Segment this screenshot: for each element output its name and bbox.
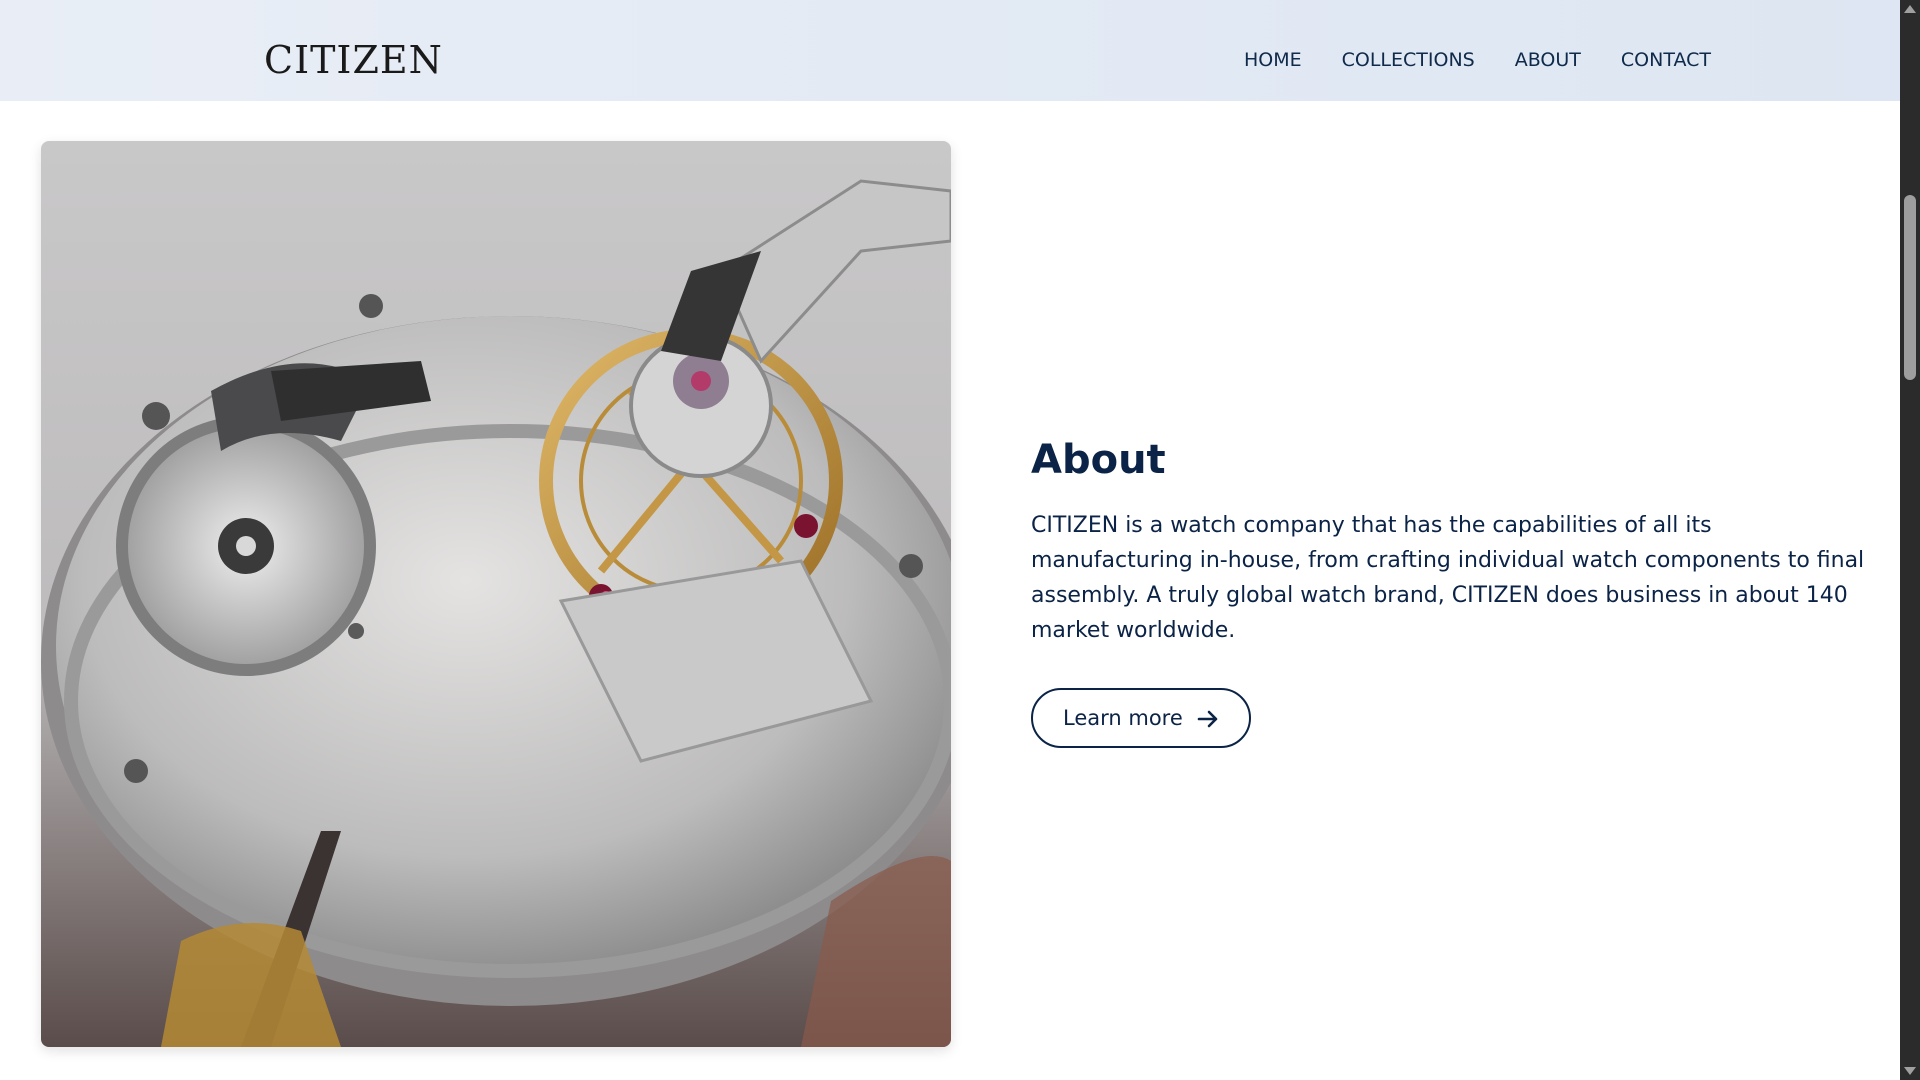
page: CITIZEN HOME COLLECTIONS ABOUT CONTACT A… xyxy=(0,0,1900,1080)
about-description: CITIZEN is a watch company that has the … xyxy=(1031,513,1865,643)
main-nav: HOME COLLECTIONS ABOUT CONTACT xyxy=(1244,46,1711,74)
scroll-down-arrow-icon[interactable] xyxy=(1904,1067,1916,1075)
learn-more-label: Learn more xyxy=(1063,706,1183,730)
scrollbar-thumb[interactable] xyxy=(1904,195,1916,380)
nav-contact[interactable]: CONTACT xyxy=(1621,46,1711,74)
nav-about[interactable]: ABOUT xyxy=(1515,46,1581,74)
nav-collections[interactable]: COLLECTIONS xyxy=(1342,46,1475,74)
watch-movement-image xyxy=(41,141,951,1047)
site-header: CITIZEN HOME COLLECTIONS ABOUT CONTACT xyxy=(0,0,1900,101)
arrow-right-icon xyxy=(1197,709,1219,728)
scroll-up-arrow-icon[interactable] xyxy=(1904,5,1916,13)
about-section: About CITIZEN is a watch company that ha… xyxy=(1031,430,1871,748)
about-title: About xyxy=(1031,437,1166,483)
vertical-scrollbar[interactable] xyxy=(1900,0,1920,1080)
learn-more-button[interactable]: Learn more xyxy=(1031,688,1251,748)
citizen-logo[interactable]: CITIZEN xyxy=(264,38,443,82)
nav-home[interactable]: HOME xyxy=(1244,46,1302,74)
